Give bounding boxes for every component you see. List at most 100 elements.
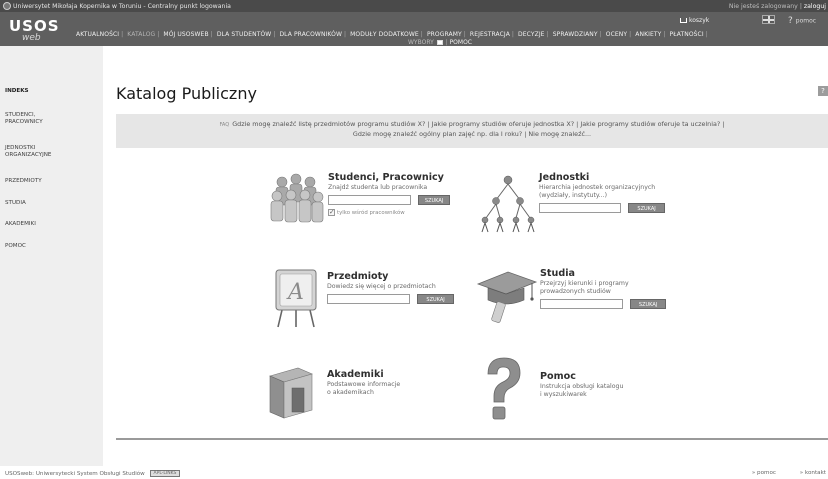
jednostki-search-input[interactable]	[539, 203, 621, 213]
university-title: Uniwersytet Mikołaja Kopernika w Toruniu…	[13, 2, 231, 10]
nav-platnosci[interactable]: PŁATNOŚCI	[670, 31, 704, 38]
sidebar-item-studenci[interactable]: STUDENCI, PRACOWNICY	[5, 112, 53, 126]
tile-studia-desc1: Przejrzyj kierunki i programy	[540, 280, 629, 287]
sidebar: INDEKS STUDENCI, PRACOWNICY JEDNOSTKI OR…	[0, 46, 103, 466]
footer-links: » pomoc » kontakt	[730, 470, 826, 476]
sidebar-item-akademiki[interactable]: AKADEMIKI	[5, 221, 100, 228]
footer: USOSweb: Uniwersytecki System Obsługi St…	[0, 466, 828, 479]
tile-studia-search: SZUKAJ	[540, 299, 690, 310]
nav-decyzje[interactable]: DECYZJE	[518, 31, 545, 38]
usos-logo-sub: web	[22, 33, 41, 43]
tile-przedmioty: Przedmioty Dowiedz się więcej o przedmio…	[327, 271, 477, 305]
tile-studenci-desc: Znajdź studenta lub pracownika	[328, 184, 428, 191]
przedmioty-search-input[interactable]	[327, 294, 410, 304]
nav-programy[interactable]: PROGRAMY	[427, 31, 462, 38]
tile-studia: Studia Przejrzyj kierunki i programy pro…	[540, 268, 690, 310]
studia-search-button[interactable]: SZUKAJ	[630, 299, 667, 309]
footer-text: USOSweb: Uniwersytecki System Obsługi St…	[5, 471, 145, 477]
cart-link[interactable]: koszyk	[680, 17, 709, 24]
sidebar-item-studia[interactable]: STUDIA	[5, 200, 100, 207]
footer-info: USOSweb: Uniwersytecki System Obsługi St…	[5, 470, 181, 477]
question-mark-icon	[480, 356, 524, 426]
studenci-search-input[interactable]	[328, 195, 411, 205]
footer-help-link[interactable]: » pomoc	[752, 470, 776, 476]
svg-text:A: A	[286, 280, 304, 305]
easel-icon: A	[272, 266, 320, 332]
people-icon	[268, 170, 324, 234]
login-status-text: Nie jesteś zalogowany |	[728, 2, 802, 10]
nav-rejestracja[interactable]: REJESTRACJA	[470, 31, 510, 38]
usos-logo[interactable]: USOS	[9, 19, 60, 34]
faq-links-line1[interactable]: Gdzie mogę znaleźć listę przedmiotów pro…	[232, 120, 724, 128]
tile-jednostki-title[interactable]: Jednostki	[539, 172, 709, 183]
tile-akademiki: Akademiki Podstawowe informacje o akadem…	[327, 369, 477, 397]
footer-contact-link[interactable]: » kontakt	[800, 470, 826, 476]
graduation-cap-icon	[474, 262, 538, 328]
tile-studenci-search: SZUKAJ	[328, 195, 478, 206]
main-menu-bar: USOS web koszyk ? pomoc AKTUALNOŚCI | KATA…	[0, 12, 828, 46]
question-icon: ?	[788, 16, 793, 26]
nav-dla-pracownikow[interactable]: DLA PRACOWNIKÓW	[279, 31, 342, 38]
tile-akademiki-title[interactable]: Akademiki	[327, 369, 477, 380]
tile-studia-desc2: prowadzonych studiów	[540, 288, 611, 295]
login-link[interactable]: zaloguj	[804, 3, 826, 10]
help-label: pomoc	[795, 17, 817, 25]
studia-search-input[interactable]	[540, 299, 623, 309]
only-employees-option[interactable]: tylko wśród pracowników	[328, 208, 478, 216]
faq-box: FAQ Gdzie mogę znaleźć listę przedmiotów …	[116, 114, 828, 148]
tile-jednostki-search: SZUKAJ	[539, 203, 709, 214]
cart-label: koszyk	[689, 17, 710, 24]
hierarchy-icon	[476, 172, 538, 238]
help-link[interactable]: ? pomoc	[788, 16, 816, 26]
przedmioty-search-button[interactable]: SZUKAJ	[417, 294, 455, 304]
nav-oceny[interactable]: OCENY	[606, 31, 627, 38]
university-logo-icon	[3, 2, 11, 10]
top-nav-second-row: WYBORY | POMOC	[407, 39, 472, 46]
login-status: Nie jesteś zalogowany | zaloguj	[729, 3, 826, 10]
tile-studenci: Studenci, Pracownicy Znajdź studenta lub…	[328, 172, 478, 216]
nav-ankiety[interactable]: ANKIETY	[635, 31, 661, 38]
tile-pomoc-desc2: i wyszukiwarek	[540, 391, 587, 398]
tile-pomoc: Pomoc Instrukcja obsługi katalogu i wysz…	[540, 371, 690, 399]
nav-pomoc[interactable]: POMOC	[450, 39, 472, 46]
tile-studenci-title[interactable]: Studenci, Pracownicy	[328, 172, 478, 183]
help-icon[interactable]: ?	[818, 86, 828, 96]
nav-aktualnosci[interactable]: AKTUALNOŚCI	[76, 31, 119, 38]
sidebar-item-przedmioty[interactable]: PRZEDMIOTY	[5, 178, 100, 185]
tile-przedmioty-desc: Dowiedz się więcej o przedmiotach	[327, 283, 436, 290]
nav-katalog[interactable]: KATALOG	[127, 31, 155, 38]
faq-links-line2[interactable]: Gdzie mogę znaleźć ogólny plan zajęć np.…	[116, 130, 828, 139]
footer-badge[interactable]: APL-LINKS	[149, 470, 181, 477]
sidebar-item-indeks[interactable]: INDEKS	[5, 88, 100, 95]
faq-label: FAQ	[219, 122, 230, 128]
tile-przedmioty-search: SZUKAJ	[327, 294, 477, 305]
nav-moduly-dodatkowe[interactable]: MODUŁY DODATKOWE	[350, 31, 419, 38]
tile-studia-title[interactable]: Studia	[540, 268, 690, 279]
nav-dla-studentow[interactable]: DLA STUDENTÓW	[217, 31, 272, 38]
sidebar-item-pomoc[interactable]: POMOC	[5, 243, 100, 250]
tile-pomoc-desc1: Instrukcja obsługi katalogu	[540, 383, 624, 390]
tile-przedmioty-title[interactable]: Przedmioty	[327, 271, 477, 282]
jednostki-search-button[interactable]: SZUKAJ	[628, 203, 666, 213]
cart-icon	[680, 18, 687, 23]
dormitory-icon	[268, 362, 314, 424]
nav-sprawdziany[interactable]: SPRAWDZIANY	[553, 31, 598, 38]
tile-akademiki-desc1: Podstawowe informacje	[327, 381, 401, 388]
tile-pomoc-title[interactable]: Pomoc	[540, 371, 690, 382]
top-nav: AKTUALNOŚCI | KATALOG | MÓJ USOSWEB | DLA S…	[76, 31, 708, 38]
tile-jednostki-desc1: Hierarchia jednostek organizacyjnych	[539, 184, 656, 191]
sidebar-item-jednostki[interactable]: JEDNOSTKI ORGANIZACYJNE	[5, 145, 65, 159]
tile-jednostki-desc2: (wydziały, instytuty...)	[539, 192, 607, 199]
new-badge-icon	[436, 40, 443, 45]
nav-wybory[interactable]: WYBORY	[408, 39, 434, 46]
language-flag-icon[interactable]	[762, 15, 775, 24]
only-employees-checkbox[interactable]	[328, 208, 335, 216]
only-employees-label: tylko wśród pracowników	[337, 210, 405, 216]
page-title: Katalog Publiczny	[116, 84, 257, 103]
tile-akademiki-desc2: o akademikach	[327, 389, 374, 396]
content-divider	[116, 438, 828, 440]
nav-moj-usosweb[interactable]: MÓJ USOSWEB	[163, 31, 208, 38]
tile-jednostki: Jednostki Hierarchia jednostek organizac…	[539, 172, 709, 214]
top-bar: Uniwersytet Mikołaja Kopernika w Toruniu…	[0, 0, 828, 12]
studenci-search-button[interactable]: SZUKAJ	[418, 195, 451, 205]
